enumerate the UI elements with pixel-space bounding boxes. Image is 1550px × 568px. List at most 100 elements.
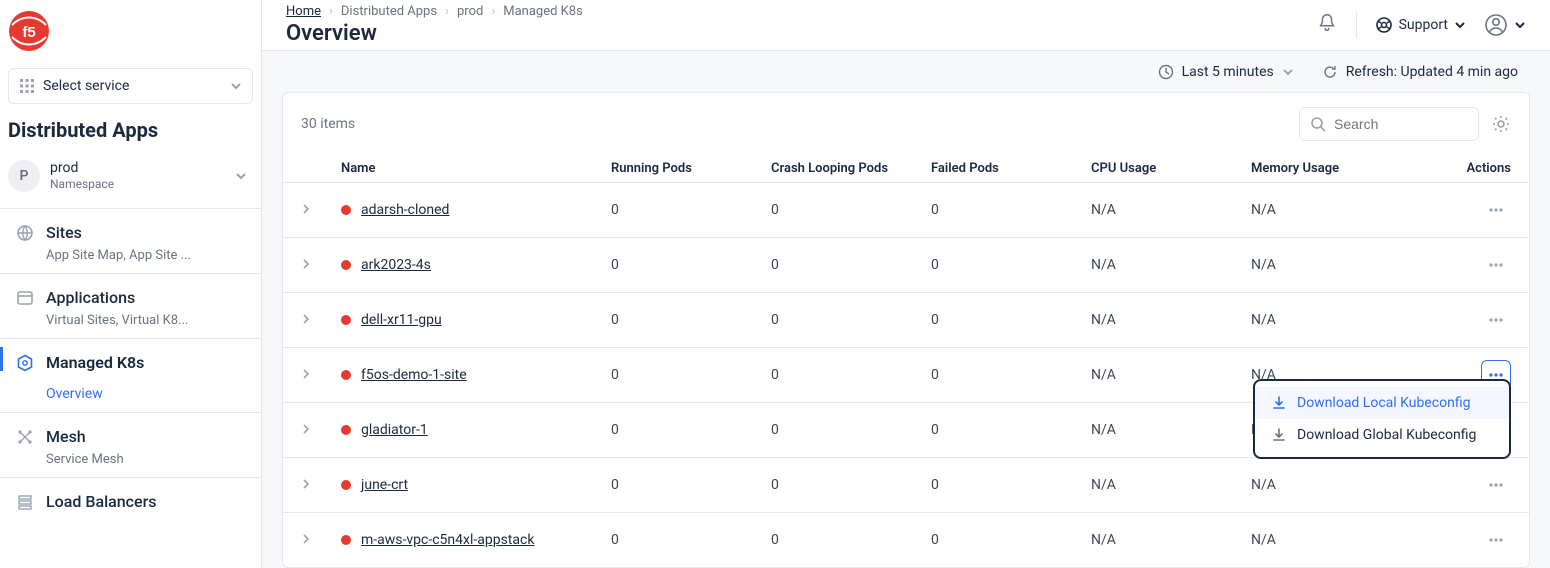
cell-mem: N/A [1251,257,1411,273]
logo-box: f5 [0,0,261,62]
page-title: Overview [286,21,1316,46]
namespace-name: prod [50,160,225,177]
expand-toggle[interactable] [301,312,341,328]
row-name-link[interactable]: adarsh-cloned [361,202,449,218]
separator [1356,12,1357,38]
time-filter[interactable]: Last 5 minutes [1158,64,1294,80]
service-select[interactable]: Select service [8,68,253,104]
cell-failed: 0 [931,367,1091,383]
chevron-down-icon [235,170,247,182]
card-header: 30 items [283,93,1529,155]
load-balancer-icon [16,493,34,511]
expand-toggle[interactable] [301,422,341,438]
status-dot [341,425,351,435]
cell-running: 0 [611,312,771,328]
status-dot [341,260,351,270]
menu-item-download-local[interactable]: Download Local Kubeconfig [1255,387,1509,419]
table-body: adarsh-cloned000N/AN/Aark2023-4s000N/AN/… [283,182,1529,567]
sidebar-item-managed-k8s[interactable]: Managed K8s Overview [0,339,261,413]
expand-toggle[interactable] [301,477,341,493]
breadcrumb-managed-k8s[interactable]: Managed K8s [503,4,583,19]
cell-crash: 0 [771,532,931,548]
nav-title: Managed K8s [46,353,144,372]
cell-running: 0 [611,422,771,438]
col-crash: Crash Looping Pods [771,161,931,176]
menu-item-label: Download Local Kubeconfig [1297,395,1470,411]
expand-toggle[interactable] [301,532,341,548]
table-row: dell-xr11-gpu000N/AN/A [283,292,1529,347]
nav-title: Load Balancers [46,492,156,511]
row-name-link[interactable]: f5os-demo-1-site [361,367,467,383]
breadcrumb-home[interactable]: Home [286,4,321,19]
cell-failed: 0 [931,422,1091,438]
time-filter-label: Last 5 minutes [1182,64,1274,80]
sidebar-item-mesh[interactable]: Mesh Service Mesh [0,413,261,478]
row-actions-button[interactable] [1481,470,1511,500]
cell-running: 0 [611,367,771,383]
cell-mem: N/A [1251,532,1411,548]
row-actions-button[interactable] [1481,195,1511,225]
globe-icon [16,224,34,242]
expand-toggle[interactable] [301,257,341,273]
download-icon [1271,427,1287,443]
row-actions-button[interactable] [1481,250,1511,280]
support-icon [1375,16,1393,34]
table-row: adarsh-cloned000N/AN/A [283,182,1529,237]
cell-running: 0 [611,202,771,218]
nav-sub: Virtual Sites, Virtual K8... [0,311,261,328]
cell-crash: 0 [771,477,931,493]
sidebar: f5 Select service Distributed Apps P pro… [0,0,262,568]
cell-failed: 0 [931,257,1091,273]
col-mem: Memory Usage [1251,161,1411,176]
row-actions-button[interactable] [1481,305,1511,335]
sidebar-item-load-balancers[interactable]: Load Balancers [0,478,261,515]
cell-crash: 0 [771,312,931,328]
breadcrumb-sep: › [491,4,495,19]
actions-menu: Download Local Kubeconfig Download Globa… [1253,379,1511,459]
row-name-link[interactable]: ark2023-4s [361,257,431,273]
table-row: june-crt000N/AN/A [283,457,1529,512]
grid-icon [19,78,35,94]
chevron-down-icon [230,80,242,92]
cell-cpu: N/A [1091,312,1251,328]
chevron-down-icon [1454,19,1466,31]
refresh-status[interactable]: Refresh: Updated 4 min ago [1322,64,1518,80]
nav-title: Mesh [46,427,86,446]
nav-sub: Service Mesh [0,450,261,467]
cell-failed: 0 [931,202,1091,218]
sidebar-item-applications[interactable]: Applications Virtual Sites, Virtual K8..… [0,274,261,339]
support-menu[interactable]: Support [1375,16,1466,34]
search-icon [1309,115,1327,133]
kubernetes-icon [16,354,34,372]
menu-item-download-global[interactable]: Download Global Kubeconfig [1255,419,1509,451]
chevron-down-icon [1514,19,1526,31]
sidebar-item-sites[interactable]: Sites App Site Map, App Site ... [0,209,261,274]
cell-crash: 0 [771,367,931,383]
row-name-link[interactable]: june-crt [361,477,408,493]
cell-cpu: N/A [1091,422,1251,438]
namespace-sub: Namespace [50,177,225,191]
breadcrumb-distributed-apps[interactable]: Distributed Apps [341,4,437,19]
col-name: Name [341,161,611,176]
avatar-icon [1484,13,1508,37]
settings-icon[interactable] [1491,114,1511,134]
status-dot [341,480,351,490]
breadcrumb-prod[interactable]: prod [457,4,483,19]
user-menu[interactable] [1484,13,1526,37]
cell-cpu: N/A [1091,367,1251,383]
cell-running: 0 [611,257,771,273]
menu-item-label: Download Global Kubeconfig [1297,427,1476,443]
notifications-icon[interactable] [1316,12,1338,38]
cell-mem: N/A [1251,312,1411,328]
row-actions-button[interactable] [1481,525,1511,555]
sidebar-subitem-overview[interactable]: Overview [0,376,261,402]
expand-toggle[interactable] [301,202,341,218]
row-name-link[interactable]: dell-xr11-gpu [361,312,442,328]
row-name-link[interactable]: m-aws-vpc-c5n4xl-appstack [361,532,534,548]
expand-toggle[interactable] [301,367,341,383]
cell-failed: 0 [931,532,1091,548]
namespace-selector[interactable]: P prod Namespace [0,154,261,208]
refresh-icon [1322,64,1338,80]
col-failed: Failed Pods [931,161,1091,176]
row-name-link[interactable]: gladiator-1 [361,422,428,438]
